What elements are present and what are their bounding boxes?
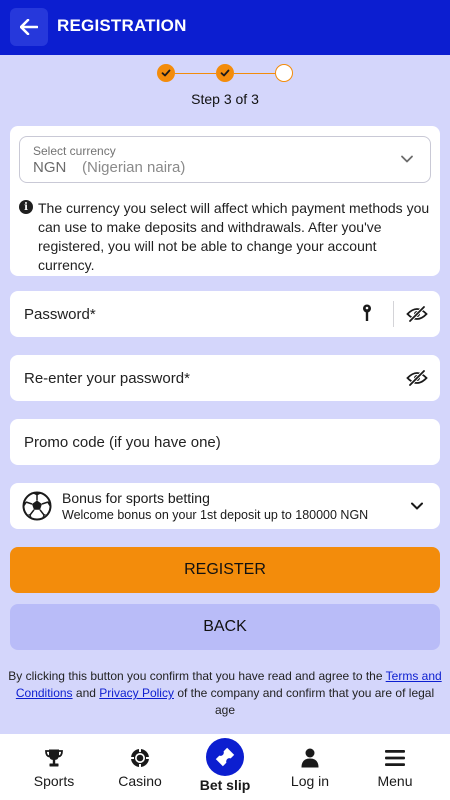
registration-stepper xyxy=(157,63,293,83)
info-icon: i xyxy=(19,200,33,214)
nav-menu-label: Menu xyxy=(377,773,413,789)
terms-and: and xyxy=(75,686,96,700)
password-field[interactable]: Password* xyxy=(10,291,440,337)
nav-sports[interactable]: Sports xyxy=(22,734,86,800)
arrow-left-icon xyxy=(20,19,38,35)
back-button[interactable]: BACK xyxy=(10,604,440,650)
chevron-down-icon xyxy=(401,155,413,163)
reenter-password-field[interactable]: Re-enter your password* xyxy=(10,355,440,401)
key-icon[interactable] xyxy=(362,304,372,324)
step-connector xyxy=(234,72,275,74)
ticket-icon xyxy=(215,747,235,767)
bonus-title: Bonus for sports betting xyxy=(62,490,210,506)
eye-slash-icon[interactable] xyxy=(406,369,428,387)
step-connector xyxy=(175,72,216,74)
privacy-policy-link[interactable]: Privacy Policy xyxy=(99,686,174,700)
check-icon xyxy=(220,69,230,77)
currency-name: (Nigerian naira) xyxy=(82,159,186,176)
page-title: REGISTRATION xyxy=(57,16,187,35)
app-header: REGISTRATION xyxy=(0,0,450,55)
eye-slash-icon[interactable] xyxy=(406,305,428,323)
terms-text: By clicking this button you confirm that… xyxy=(8,668,442,719)
nav-menu[interactable]: Menu xyxy=(363,734,427,800)
currency-select-label: Select currency xyxy=(33,144,116,158)
menu-icon xyxy=(385,750,405,766)
currency-card: Select currency NGN (Nigerian naira) i T… xyxy=(10,126,440,276)
promo-code-placeholder: Promo code (if you have one) xyxy=(24,434,221,451)
bonus-select[interactable]: Bonus for sports betting Welcome bonus o… xyxy=(10,483,440,529)
check-icon xyxy=(161,69,171,77)
nav-betslip-label: Bet slip xyxy=(199,777,251,793)
header-back-button[interactable] xyxy=(10,8,48,46)
currency-code: NGN xyxy=(33,159,67,176)
trophy-icon xyxy=(45,749,63,767)
terms-suffix: of the company and confirm that you are … xyxy=(177,686,435,717)
nav-login[interactable]: Log in xyxy=(278,734,342,800)
terms-prefix: By clicking this button you confirm that… xyxy=(8,669,383,683)
chevron-down-icon xyxy=(411,502,423,510)
soccer-ball-icon xyxy=(22,491,52,521)
nav-sports-label: Sports xyxy=(33,773,75,789)
nav-betslip[interactable] xyxy=(206,738,244,776)
password-placeholder: Password* xyxy=(24,306,96,323)
step-2-complete xyxy=(216,64,234,82)
promo-code-field[interactable]: Promo code (if you have one) xyxy=(10,419,440,465)
bonus-subtitle: Welcome bonus on your 1st deposit up to … xyxy=(62,508,369,522)
currency-select[interactable]: Select currency NGN (Nigerian naira) xyxy=(19,136,431,183)
casino-chip-icon xyxy=(131,749,149,767)
nav-casino[interactable]: Casino xyxy=(108,734,172,800)
user-icon xyxy=(301,748,319,768)
currency-info-text: The currency you select will affect whic… xyxy=(38,200,430,273)
step-3-current xyxy=(275,64,293,82)
step-1-complete xyxy=(157,64,175,82)
nav-login-label: Log in xyxy=(290,773,330,789)
step-indicator-text: Step 3 of 3 xyxy=(191,91,259,107)
field-divider xyxy=(393,301,394,327)
nav-casino-label: Casino xyxy=(118,773,162,789)
register-button[interactable]: REGISTER xyxy=(10,547,440,593)
reenter-password-placeholder: Re-enter your password* xyxy=(24,370,190,387)
